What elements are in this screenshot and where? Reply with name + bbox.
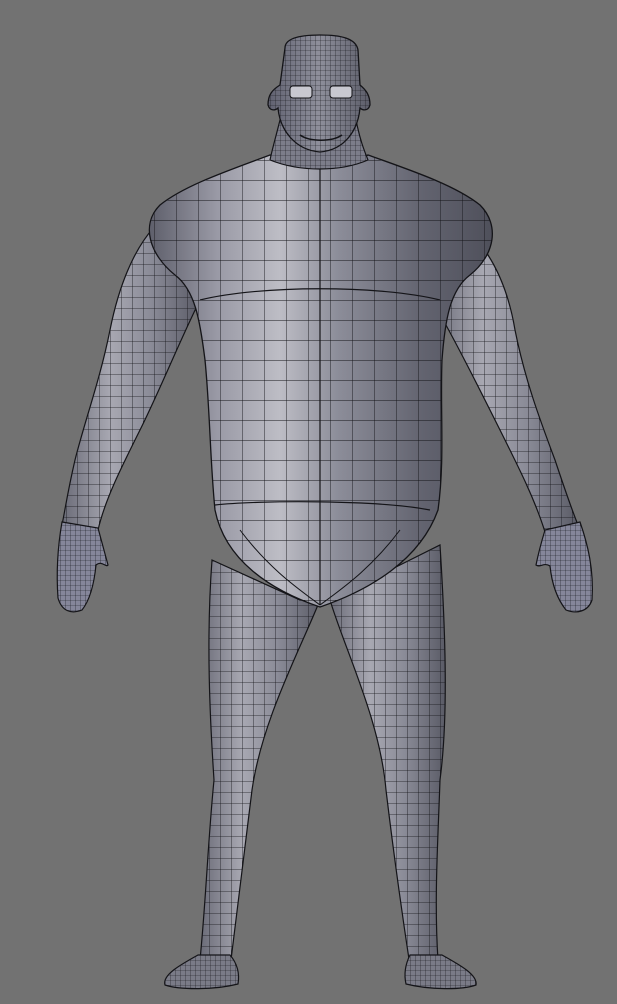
right-eye-socket <box>329 85 353 99</box>
left-foot <box>164 954 240 990</box>
left-hand <box>56 521 109 613</box>
right-hand <box>535 521 593 613</box>
3d-viewport[interactable] <box>0 0 617 1004</box>
torso <box>148 154 493 608</box>
mesh-figure[interactable] <box>0 0 617 1004</box>
right-foot <box>404 954 477 990</box>
left-eye-socket <box>289 85 313 99</box>
left-leg <box>199 559 321 969</box>
right-leg <box>329 544 446 967</box>
